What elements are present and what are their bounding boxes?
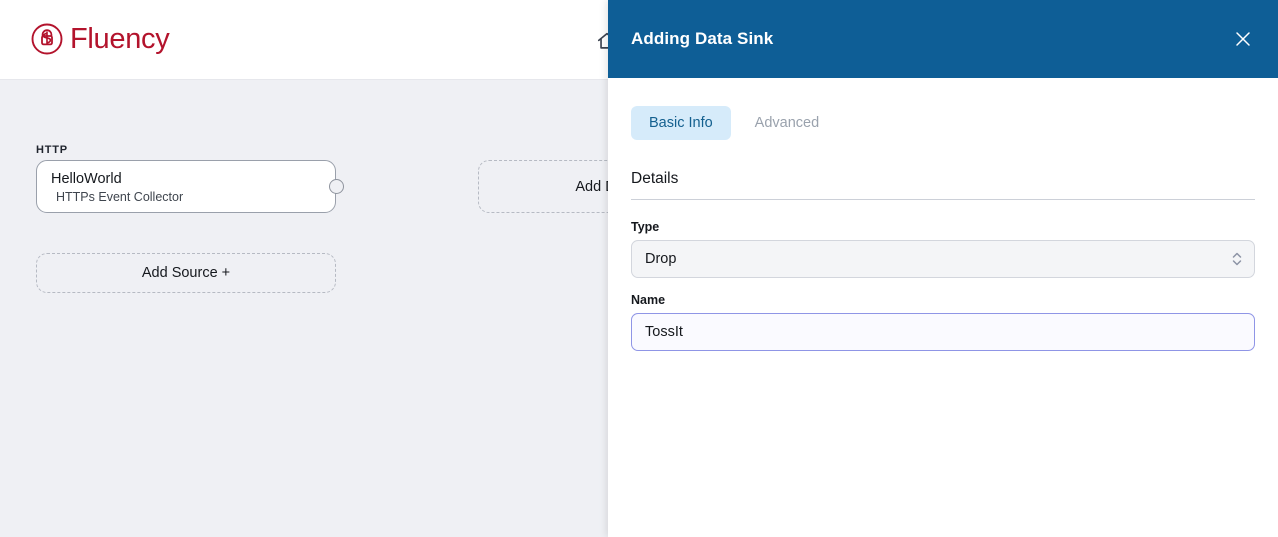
panel-tabs: Basic Info Advanced — [631, 106, 1255, 140]
type-select-wrapper: Drop — [631, 240, 1255, 278]
fluency-circle-lock-logo-icon — [30, 22, 64, 56]
field-type: Type Drop — [631, 220, 1255, 278]
adding-data-sink-panel: Adding Data Sink Basic Info Advanced Det… — [608, 0, 1278, 537]
field-name: Name — [631, 293, 1255, 351]
type-select[interactable]: Drop — [631, 240, 1255, 278]
close-icon[interactable] — [1230, 26, 1256, 52]
name-label: Name — [631, 293, 666, 307]
type-label: Type — [631, 220, 660, 234]
section-heading-details: Details — [631, 170, 679, 187]
section-divider — [631, 199, 1255, 200]
node-title: HelloWorld — [51, 171, 122, 187]
brand-logo[interactable]: Fluency — [30, 22, 170, 56]
name-input[interactable] — [631, 313, 1255, 351]
group-label-http: HTTP — [36, 144, 68, 156]
brand-name: Fluency — [70, 23, 170, 55]
panel-title: Adding Data Sink — [631, 29, 774, 48]
app-root: Fluency HTTP HelloWorld HTTPs Event Coll… — [0, 0, 1278, 537]
add-source-button[interactable]: Add Source + — [36, 253, 336, 293]
panel-header: Adding Data Sink — [608, 0, 1278, 78]
connection-handle-icon[interactable] — [328, 179, 344, 194]
node-card[interactable]: HelloWorld HTTPs Event Collector — [36, 160, 344, 213]
node-subtitle: HTTPs Event Collector — [56, 190, 184, 204]
tab-basic-info[interactable]: Basic Info — [631, 106, 731, 140]
panel-body: Basic Info Advanced Details Type Drop Na… — [608, 78, 1278, 351]
tab-advanced[interactable]: Advanced — [737, 106, 838, 140]
